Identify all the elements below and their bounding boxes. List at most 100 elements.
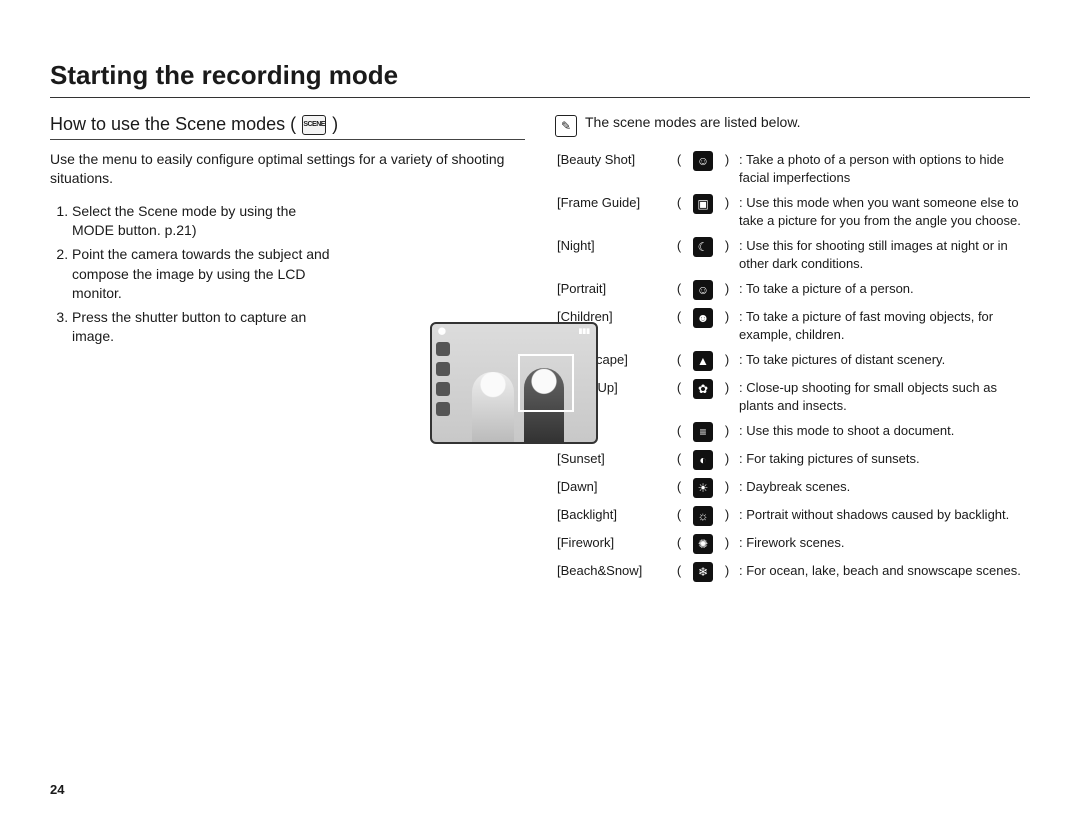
subhead-prefix: How to use the Scene modes ( [50, 114, 296, 135]
scene-mode-row: [Firework](✺) : Firework scenes. [555, 530, 1030, 558]
scene-mode-description: : Use this mode when you want someone el… [737, 190, 1030, 233]
paren-open: ( [669, 474, 689, 502]
right-column: ✎ The scene modes are listed below. [Bea… [555, 114, 1030, 586]
scene-mode-glyph-icon: ☺ [693, 280, 713, 300]
scene-mode-row: [Night](☾) : Use this for shooting still… [555, 233, 1030, 276]
lcd-subject-bride [472, 372, 514, 442]
scene-mode-description: : Daybreak scenes. [737, 474, 1030, 502]
scene-mode-label: [Beauty Shot] [555, 147, 669, 190]
scene-mode-row: [Close Up](✿) : Close-up shooting for sm… [555, 375, 1030, 418]
lcd-status-left: ⬤ [438, 327, 446, 337]
lcd-preview-figure: ⬤ ▮▮▮ [430, 322, 598, 444]
step-2: Point the camera towards the subject and… [72, 245, 342, 304]
paren-close: ) [717, 530, 737, 558]
two-column-layout: How to use the Scene modes ( SCENE ) Use… [50, 114, 1030, 586]
paren-close: ) [717, 347, 737, 375]
paren-close: ) [717, 147, 737, 190]
scene-mode-glyph-icon: ✺ [693, 534, 713, 554]
note-icon: ✎ [555, 115, 577, 137]
paren-close: ) [717, 233, 737, 276]
paren-close: ) [717, 418, 737, 446]
scene-mode-row: [Children](☻) : To take a picture of fas… [555, 304, 1030, 347]
scene-mode-description: : For taking pictures of sunsets. [737, 446, 1030, 474]
scene-mode-row: [Frame Guide](▣) : Use this mode when yo… [555, 190, 1030, 233]
scene-mode-label: [Firework] [555, 530, 669, 558]
scene-mode-icon-cell: ✺ [689, 530, 717, 558]
paren-close: ) [717, 502, 737, 530]
scene-mode-glyph-icon: ▣ [693, 194, 713, 214]
paren-close: ) [717, 190, 737, 233]
scene-mode-description: : Close-up shooting for small objects su… [737, 375, 1030, 418]
scene-mode-icon-cell: ❄ [689, 558, 717, 586]
paren-close: ) [717, 304, 737, 347]
scene-mode-icon-cell: ≡ [689, 418, 717, 446]
scene-mode-icon-cell: ✿ [689, 375, 717, 418]
note-text: The scene modes are listed below. [585, 114, 801, 130]
scene-mode-glyph-icon: ☻ [693, 308, 713, 328]
paren-open: ( [669, 502, 689, 530]
scene-mode-row: [Beach&Snow](❄) : For ocean, lake, beach… [555, 558, 1030, 586]
scene-mode-label: [Night] [555, 233, 669, 276]
paren-open: ( [669, 190, 689, 233]
scene-mode-icon-cell: ▣ [689, 190, 717, 233]
paren-open: ( [669, 375, 689, 418]
scene-mode-glyph-icon: ☺ [693, 151, 713, 171]
lcd-status-bar: ⬤ ▮▮▮ [438, 327, 590, 337]
scene-mode-label: [Portrait] [555, 276, 669, 304]
scene-mode-icon-cell: ☺ [689, 147, 717, 190]
scene-mode-row: [Text](≡) : Use this mode to shoot a doc… [555, 418, 1030, 446]
lcd-status-right: ▮▮▮ [578, 327, 590, 337]
scene-mode-description: : Use this for shooting still images at … [737, 233, 1030, 276]
scene-mode-row: [Portrait](☺) : To take a picture of a p… [555, 276, 1030, 304]
note-row: ✎ The scene modes are listed below. [555, 114, 1030, 137]
page-title: Starting the recording mode [50, 60, 1030, 91]
paren-open: ( [669, 530, 689, 558]
scene-mode-label: [Backlight] [555, 502, 669, 530]
scene-mode-glyph-icon: ≡ [693, 422, 713, 442]
lcd-icon-3 [436, 382, 450, 396]
paren-open: ( [669, 558, 689, 586]
lcd-focus-frame [518, 354, 574, 412]
paren-close: ) [717, 375, 737, 418]
scene-mode-description: : To take a picture of fast moving objec… [737, 304, 1030, 347]
scene-mode-icon-cell: ◐ [689, 446, 717, 474]
scene-mode-icon-cell: ☼ [689, 502, 717, 530]
paren-close: ) [717, 276, 737, 304]
scene-mode-glyph-icon: ▲ [693, 351, 713, 371]
paren-open: ( [669, 276, 689, 304]
scene-mode-label: [Beach&Snow] [555, 558, 669, 586]
scene-mode-glyph-icon: ✿ [693, 379, 713, 399]
step-3: Press the shutter button to capture an i… [72, 308, 342, 347]
paren-open: ( [669, 347, 689, 375]
scene-mode-icon: SCENE [302, 115, 326, 135]
scene-mode-icon-cell: ▲ [689, 347, 717, 375]
scene-mode-description: : To take pictures of distant scenery. [737, 347, 1030, 375]
scene-modes-table: [Beauty Shot](☺) : Take a photo of a per… [555, 147, 1030, 586]
scene-mode-row: [Dawn](☀) : Daybreak scenes. [555, 474, 1030, 502]
step-1: Select the Scene mode by using the MODE … [72, 202, 342, 241]
scene-mode-row: [Backlight](☼) : Portrait without shadow… [555, 502, 1030, 530]
paren-open: ( [669, 418, 689, 446]
paren-open: ( [669, 304, 689, 347]
intro-paragraph: Use the menu to easily configure optimal… [50, 150, 525, 188]
scene-mode-glyph-icon: ❄ [693, 562, 713, 582]
paren-close: ) [717, 446, 737, 474]
scene-mode-icon-cell: ☻ [689, 304, 717, 347]
paren-close: ) [717, 558, 737, 586]
scene-mode-description: : To take a picture of a person. [737, 276, 1030, 304]
left-column: How to use the Scene modes ( SCENE ) Use… [50, 114, 525, 586]
scene-mode-description: : Take a photo of a person with options … [737, 147, 1030, 190]
lcd-icon-2 [436, 362, 450, 376]
scene-mode-glyph-icon: ◐ [693, 450, 713, 470]
scene-mode-glyph-icon: ☾ [693, 237, 713, 257]
scene-mode-glyph-icon: ☀ [693, 478, 713, 498]
scene-mode-description: : Firework scenes. [737, 530, 1030, 558]
manual-page: Starting the recording mode How to use t… [0, 0, 1080, 815]
page-number: 24 [50, 782, 64, 797]
scene-mode-description: : Portrait without shadows caused by bac… [737, 502, 1030, 530]
scene-mode-icon-cell: ☺ [689, 276, 717, 304]
scene-mode-row: [Beauty Shot](☺) : Take a photo of a per… [555, 147, 1030, 190]
lcd-icon-1 [436, 342, 450, 356]
scene-mode-row: [Landscape](▲) : To take pictures of dis… [555, 347, 1030, 375]
scene-mode-description: : For ocean, lake, beach and snowscape s… [737, 558, 1030, 586]
